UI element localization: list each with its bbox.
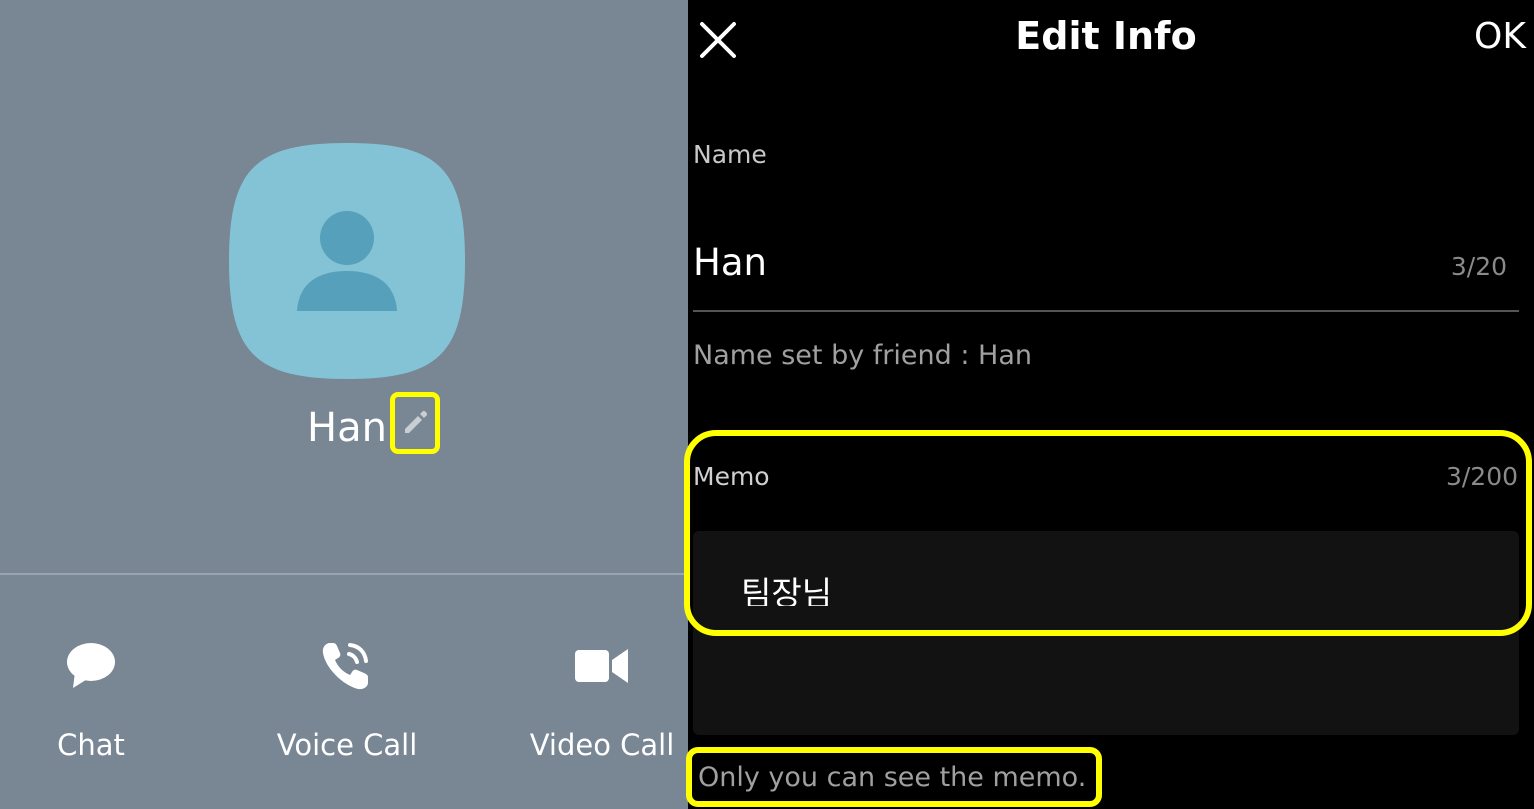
ok-button[interactable]: OK: [1474, 16, 1526, 57]
name-input[interactable]: [693, 236, 1453, 288]
divider: [0, 573, 688, 575]
voice-call-label: Voice Call: [276, 728, 418, 762]
name-counter: 3/20: [1450, 252, 1507, 281]
profile-name: Han: [307, 405, 387, 451]
name-label: Name: [693, 140, 767, 169]
name-underline: [693, 310, 1519, 312]
memo-label: Memo: [693, 462, 770, 491]
pencil-icon: [405, 410, 428, 433]
edit-info-panel: Edit Info OK Name 3/20 Name set by frien…: [684, 0, 1534, 809]
memo-input[interactable]: 팀장님: [741, 567, 1481, 606]
chat-bubble-icon: [67, 643, 115, 688]
video-call-button[interactable]: Video Call: [502, 630, 702, 770]
video-call-label: Video Call: [529, 728, 675, 762]
profile-panel: Han Chat Voice Call Video Call: [0, 0, 688, 809]
voice-call-button[interactable]: Voice Call: [247, 630, 447, 770]
phone-icon: [322, 643, 368, 690]
avatar[interactable]: [229, 143, 465, 379]
memo-counter: 3/200: [1445, 462, 1518, 491]
profile-name-row: Han: [0, 392, 688, 462]
page-title: Edit Info: [1015, 14, 1197, 58]
name-set-by-friend: Name set by friend : Han: [693, 340, 1032, 371]
edit-name-button[interactable]: [390, 392, 440, 454]
memo-field[interactable]: 팀장님: [693, 531, 1519, 735]
avatar-head-icon: [320, 211, 374, 265]
memo-privacy-note: Only you can see the memo.: [698, 761, 1087, 793]
chat-label: Chat: [57, 728, 125, 762]
memo-note-highlight: Only you can see the memo.: [686, 747, 1103, 807]
video-camera-icon: [575, 649, 628, 683]
chat-button[interactable]: Chat: [0, 630, 191, 770]
